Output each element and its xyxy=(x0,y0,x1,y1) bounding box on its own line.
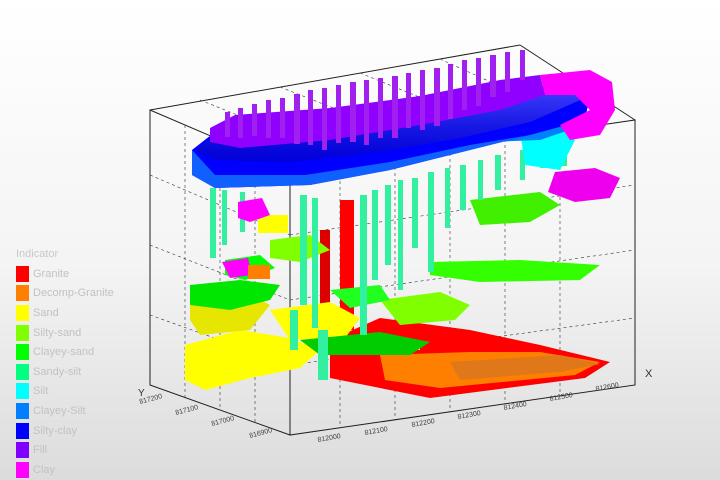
legend-item: Sand xyxy=(16,303,176,323)
legend-label: Decomp-Granite xyxy=(33,287,114,300)
legend-swatch xyxy=(16,422,29,439)
legend-swatch xyxy=(16,363,29,380)
legend-label: Silty-sand xyxy=(33,326,82,339)
legend-swatch xyxy=(16,304,29,321)
legend-item: Clay xyxy=(16,460,176,480)
legend-label: Clayey-sand xyxy=(33,346,95,359)
x-tick: 812000 xyxy=(317,433,341,444)
legend-label: Granite xyxy=(33,267,70,280)
x-tick: 812500 xyxy=(549,392,573,403)
legend-item: Clayey-Silt xyxy=(16,401,176,421)
legend-swatch xyxy=(16,265,29,282)
legend-label: Clayey-Silt xyxy=(33,404,86,417)
x-tick: 812100 xyxy=(364,426,388,437)
legend-swatch xyxy=(16,461,29,478)
clayey-sand-layer xyxy=(470,192,560,225)
legend-item: Clayey-sand xyxy=(16,342,176,362)
clayey-sand-layer xyxy=(430,260,600,282)
x-tick: 812200 xyxy=(411,418,435,429)
legend-item: Silty-clay xyxy=(16,421,176,441)
legend: Indicator Granite Decomp-Granite Sand Si… xyxy=(16,248,176,480)
legend-label: Silty-clay xyxy=(33,424,78,437)
x-axis-label: X xyxy=(645,368,653,380)
legend-item: Sandy-silt xyxy=(16,362,176,382)
legend-item: Silty-sand xyxy=(16,323,176,343)
legend-label: Silt xyxy=(33,385,49,398)
sand-lens xyxy=(258,215,288,233)
x-tick: 812300 xyxy=(457,410,481,421)
legend-label: Clay xyxy=(33,463,56,476)
y-tick: 817100 xyxy=(175,404,199,417)
legend-swatch xyxy=(16,324,29,341)
clay-patch xyxy=(548,168,620,202)
legend-label: Sandy-silt xyxy=(33,365,82,378)
legend-item: Decomp-Granite xyxy=(16,284,176,304)
legend-item: Fill xyxy=(16,440,176,460)
x-tick: 812600 xyxy=(595,382,619,393)
legend-swatch xyxy=(16,402,29,419)
legend-swatch xyxy=(16,442,29,459)
legend-swatch xyxy=(16,344,29,361)
legend-label: Sand xyxy=(33,306,59,319)
legend-item: Granite xyxy=(16,264,176,284)
y-tick: 816900 xyxy=(249,427,273,440)
legend-swatch xyxy=(16,383,29,400)
y-tick: 817000 xyxy=(211,415,235,428)
legend-label: Fill xyxy=(33,444,48,457)
geology-model xyxy=(185,50,620,398)
decomp-granite-patch xyxy=(248,265,270,279)
legend-item: Silt xyxy=(16,382,176,402)
x-tick: 812400 xyxy=(503,401,527,412)
legend-title: Indicator xyxy=(16,248,59,260)
legend-swatch xyxy=(16,285,29,302)
